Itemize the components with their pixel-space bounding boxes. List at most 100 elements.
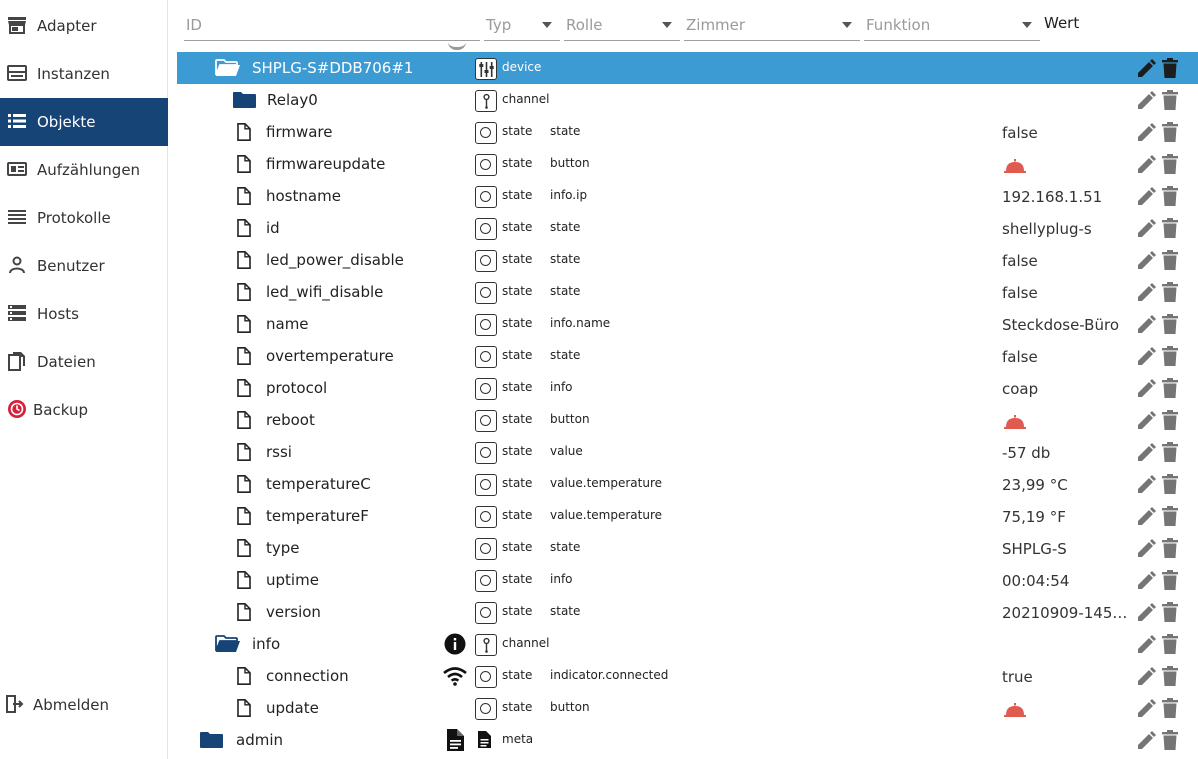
edit-icon[interactable] — [1136, 603, 1156, 623]
delete-icon[interactable] — [1161, 346, 1179, 366]
delete-icon[interactable] — [1161, 186, 1179, 206]
tree-row[interactable]: overtemperature state state false — [177, 340, 1198, 372]
delete-icon[interactable] — [1161, 666, 1179, 686]
sidebar-item-aufzählungen[interactable]: Aufzählungen — [0, 146, 168, 194]
edit-icon[interactable] — [1136, 571, 1156, 591]
tree-row[interactable]: connection state indicator.connected true — [177, 660, 1198, 692]
tree-row[interactable]: version state state 20210909-1453... — [177, 596, 1198, 628]
row-value[interactable]: -57 db — [1002, 444, 1050, 462]
delete-icon[interactable] — [1161, 570, 1179, 590]
sidebar-item-backup[interactable]: Backup — [0, 386, 168, 434]
tree-row[interactable]: name state info.name Steckdose-Büro — [177, 308, 1198, 340]
edit-icon[interactable] — [1136, 699, 1156, 719]
tree-row[interactable]: id state state shellyplug-s — [177, 212, 1198, 244]
delete-icon[interactable] — [1161, 250, 1179, 270]
sidebar-item-benutzer[interactable]: Benutzer — [0, 242, 168, 290]
edit-icon[interactable] — [1136, 539, 1156, 559]
edit-icon[interactable] — [1136, 315, 1156, 335]
tree-row[interactable]: led_wifi_disable state state false — [177, 276, 1198, 308]
sidebar-item-hosts[interactable]: Hosts — [0, 290, 168, 338]
row-value[interactable]: false — [1002, 252, 1038, 270]
edit-icon[interactable] — [1136, 91, 1156, 111]
tree-row[interactable]: Relay0 channel — [177, 84, 1198, 116]
sidebar-item-objekte[interactable]: Objekte — [0, 98, 168, 146]
row-value[interactable]: 23,99 °C — [1002, 476, 1068, 494]
row-value[interactable]: 75,19 °F — [1002, 508, 1066, 526]
rolle-filter-select[interactable]: Rolle — [564, 13, 680, 41]
row-value[interactable]: SHPLG-S — [1002, 540, 1067, 558]
edit-icon[interactable] — [1136, 59, 1156, 79]
row-value[interactable]: true — [1002, 668, 1033, 686]
edit-icon[interactable] — [1136, 187, 1156, 207]
delete-icon[interactable] — [1161, 58, 1179, 78]
delete-icon[interactable] — [1161, 698, 1179, 718]
edit-icon[interactable] — [1136, 731, 1156, 751]
row-value[interactable]: 192.168.1.51 — [1002, 188, 1102, 206]
edit-icon[interactable] — [1136, 251, 1156, 271]
bell-icon[interactable] — [1004, 414, 1026, 429]
edit-icon[interactable] — [1136, 379, 1156, 399]
delete-icon[interactable] — [1161, 90, 1179, 110]
row-value[interactable]: Steckdose-Büro — [1002, 316, 1119, 334]
delete-icon[interactable] — [1161, 730, 1179, 750]
tree-row[interactable]: temperatureC state value.temperature 23,99 … — [177, 468, 1198, 500]
edit-icon[interactable] — [1136, 667, 1156, 687]
folder-open-icon[interactable] — [215, 59, 241, 77]
sidebar-item-protokolle[interactable]: Protokolle — [0, 194, 168, 242]
tree-row[interactable]: led_power_disable state state false — [177, 244, 1198, 276]
delete-icon[interactable] — [1161, 122, 1179, 142]
delete-icon[interactable] — [1161, 410, 1179, 430]
edit-icon[interactable] — [1136, 155, 1156, 175]
folder-icon[interactable] — [232, 91, 258, 109]
edit-icon[interactable] — [1136, 443, 1156, 463]
row-value[interactable]: false — [1002, 348, 1038, 366]
delete-icon[interactable] — [1161, 602, 1179, 622]
delete-icon[interactable] — [1161, 506, 1179, 526]
tree-row[interactable]: uptime state info 00:04:54 — [177, 564, 1198, 596]
delete-icon[interactable] — [1161, 474, 1179, 494]
tree-row[interactable]: reboot state button — [177, 404, 1198, 436]
edit-icon[interactable] — [1136, 475, 1156, 495]
tree-row[interactable]: update state button — [177, 692, 1198, 724]
row-value[interactable]: 00:04:54 — [1002, 572, 1069, 590]
tree-row[interactable]: temperatureF state value.temperature 75,19 … — [177, 500, 1198, 532]
tree-row[interactable]: type state state SHPLG-S — [177, 532, 1198, 564]
edit-icon[interactable] — [1136, 123, 1156, 143]
tree-row[interactable]: rssi state value -57 db — [177, 436, 1198, 468]
edit-icon[interactable] — [1136, 507, 1156, 527]
logout-button[interactable]: Abmelden — [0, 681, 168, 729]
edit-icon[interactable] — [1136, 219, 1156, 239]
delete-icon[interactable] — [1161, 538, 1179, 558]
row-value[interactable]: false — [1002, 284, 1038, 302]
typ-filter-select[interactable]: Typ — [484, 13, 560, 41]
bell-icon[interactable] — [1004, 702, 1026, 717]
row-value[interactable]: coap — [1002, 380, 1038, 398]
sidebar-item-dateien[interactable]: Dateien — [0, 338, 168, 386]
edit-icon[interactable] — [1136, 283, 1156, 303]
edit-icon[interactable] — [1136, 635, 1156, 655]
edit-icon[interactable] — [1136, 411, 1156, 431]
tree-row[interactable]: hostname state info.ip 192.168.1.51 — [177, 180, 1198, 212]
folder-open-icon[interactable] — [215, 635, 241, 653]
funktion-filter-select[interactable]: Funktion — [864, 13, 1040, 41]
tree-row[interactable]: firmware state state false — [177, 116, 1198, 148]
delete-icon[interactable] — [1161, 378, 1179, 398]
delete-icon[interactable] — [1161, 218, 1179, 238]
edit-icon[interactable] — [1136, 347, 1156, 367]
delete-icon[interactable] — [1161, 442, 1179, 462]
delete-icon[interactable] — [1161, 314, 1179, 334]
delete-icon[interactable] — [1161, 282, 1179, 302]
row-value[interactable]: shellyplug-s — [1002, 220, 1092, 238]
delete-icon[interactable] — [1161, 154, 1179, 174]
tree-row[interactable]: admin meta — [177, 724, 1198, 756]
folder-icon[interactable] — [199, 731, 225, 749]
id-filter-input[interactable]: ID — [184, 13, 480, 41]
sidebar-item-adapter[interactable]: Adapter — [0, 2, 168, 50]
row-value[interactable]: false — [1002, 124, 1038, 142]
tree-row[interactable]: protocol state info coap — [177, 372, 1198, 404]
row-value[interactable]: 20210909-1453... — [1002, 604, 1130, 622]
tree-row[interactable]: info channel — [177, 628, 1198, 660]
bell-icon[interactable] — [1004, 158, 1026, 173]
tree-row[interactable]: firmwareupdate state button — [177, 148, 1198, 180]
tree-row[interactable]: SHPLG-S#DDB706#1 device — [177, 52, 1198, 84]
